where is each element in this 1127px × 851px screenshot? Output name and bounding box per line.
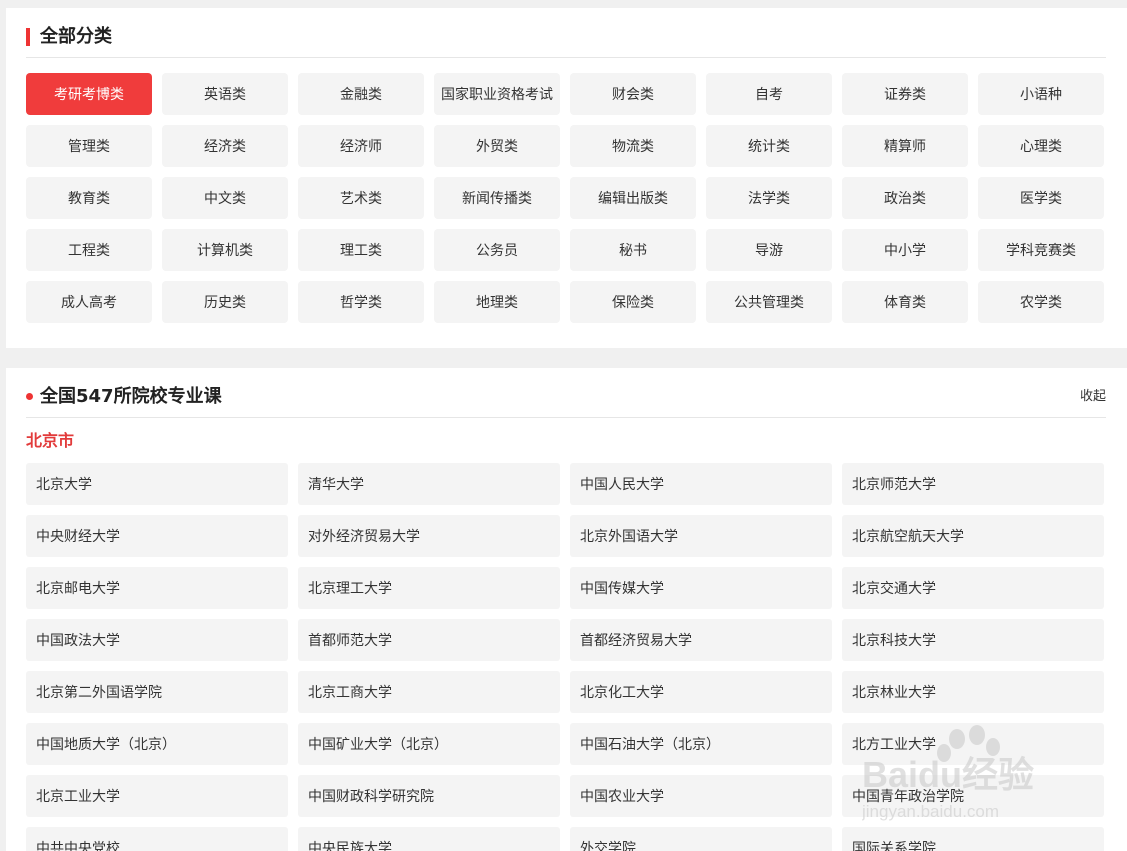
school-link[interactable]: 中国政法大学 (26, 619, 288, 661)
city-label: 北京市 (26, 431, 75, 450)
collapse-button[interactable]: 收起 (1080, 388, 1106, 406)
school-link[interactable]: 中国人民大学 (570, 463, 832, 505)
category-button[interactable]: 金融类 (298, 73, 424, 115)
school-link[interactable]: 北京化工大学 (570, 671, 832, 713)
category-button[interactable]: 秘书 (570, 229, 696, 271)
school-link[interactable]: 中国财政科学研究院 (298, 775, 560, 817)
category-button[interactable]: 新闻传播类 (434, 177, 560, 219)
school-link[interactable]: 北京科技大学 (842, 619, 1104, 661)
category-button[interactable]: 理工类 (298, 229, 424, 271)
schools-heading: 全国547所院校专业课 收起 (26, 382, 1106, 418)
category-heading: 全部分类 (26, 22, 1106, 58)
category-button[interactable]: 精算师 (842, 125, 968, 167)
school-link[interactable]: 中共中央党校 (26, 827, 288, 851)
school-link[interactable]: 北京第二外国语学院 (26, 671, 288, 713)
category-button[interactable]: 国家职业资格考试 (434, 73, 560, 115)
category-button[interactable]: 统计类 (706, 125, 832, 167)
category-button[interactable]: 政治类 (842, 177, 968, 219)
category-button[interactable]: 医学类 (978, 177, 1104, 219)
category-button[interactable]: 学科竞赛类 (978, 229, 1104, 271)
category-button[interactable]: 心理类 (978, 125, 1104, 167)
category-title: 全部分类 (40, 26, 112, 47)
school-link[interactable]: 北京外国语大学 (570, 515, 832, 557)
school-link[interactable]: 中央民族大学 (298, 827, 560, 851)
school-link[interactable]: 首都经济贸易大学 (570, 619, 832, 661)
category-button[interactable]: 外贸类 (434, 125, 560, 167)
category-button[interactable]: 工程类 (26, 229, 152, 271)
school-link[interactable]: 外交学院 (570, 827, 832, 851)
school-link[interactable]: 对外经济贸易大学 (298, 515, 560, 557)
category-button[interactable]: 中文类 (162, 177, 288, 219)
category-button[interactable]: 经济师 (298, 125, 424, 167)
school-link[interactable]: 北京工业大学 (26, 775, 288, 817)
category-button[interactable]: 教育类 (26, 177, 152, 219)
school-link[interactable]: 北京大学 (26, 463, 288, 505)
school-link[interactable]: 北方工业大学 (842, 723, 1104, 765)
school-link[interactable]: 北京邮电大学 (26, 567, 288, 609)
category-button[interactable]: 小语种 (978, 73, 1104, 115)
school-link[interactable]: 北京师范大学 (842, 463, 1104, 505)
category-button[interactable]: 公共管理类 (706, 281, 832, 323)
heading-dot-icon (26, 393, 33, 400)
category-button[interactable]: 体育类 (842, 281, 968, 323)
category-button[interactable]: 中小学 (842, 229, 968, 271)
category-button[interactable]: 哲学类 (298, 281, 424, 323)
category-button[interactable]: 导游 (706, 229, 832, 271)
school-link[interactable]: 北京工商大学 (298, 671, 560, 713)
category-button[interactable]: 农学类 (978, 281, 1104, 323)
category-button[interactable]: 艺术类 (298, 177, 424, 219)
school-link[interactable]: 中国矿业大学（北京） (298, 723, 560, 765)
school-link[interactable]: 国际关系学院 (842, 827, 1104, 851)
schools-panel: 全国547所院校专业课 收起 北京市 北京大学 清华大学 中国人民大学 北京师范大学中… (6, 368, 1127, 851)
category-button[interactable]: 历史类 (162, 281, 288, 323)
category-button[interactable]: 物流类 (570, 125, 696, 167)
schools-title: 全国547所院校专业课 (40, 386, 222, 407)
category-button[interactable]: 法学类 (706, 177, 832, 219)
category-button[interactable]: 英语类 (162, 73, 288, 115)
school-link[interactable]: 北京理工大学 (298, 567, 560, 609)
category-button[interactable]: 自考 (706, 73, 832, 115)
category-button[interactable]: 证券类 (842, 73, 968, 115)
category-grid: 考研考博类 英语类 金融类 国家职业资格考试 财会类 自考 证券类 小语种管理类 经济类 经济师外… (26, 73, 1106, 323)
school-link[interactable]: 中国青年政治学院 (842, 775, 1104, 817)
category-button[interactable]: 考研考博类 (26, 73, 152, 115)
category-button[interactable]: 经济类 (162, 125, 288, 167)
category-button[interactable]: 管理类 (26, 125, 152, 167)
school-link[interactable]: 中央财经大学 (26, 515, 288, 557)
category-button[interactable]: 财会类 (570, 73, 696, 115)
school-link[interactable]: 首都师范大学 (298, 619, 560, 661)
school-link[interactable]: 北京交通大学 (842, 567, 1104, 609)
category-button[interactable]: 公务员 (434, 229, 560, 271)
school-link[interactable]: 北京航空航天大学 (842, 515, 1104, 557)
category-button[interactable]: 地理类 (434, 281, 560, 323)
school-link[interactable]: 清华大学 (298, 463, 560, 505)
school-link[interactable]: 北京林业大学 (842, 671, 1104, 713)
category-button[interactable]: 保险类 (570, 281, 696, 323)
category-button[interactable]: 计算机类 (162, 229, 288, 271)
school-link[interactable]: 中国石油大学（北京） (570, 723, 832, 765)
category-panel: 全部分类 考研考博类 英语类 金融类 国家职业资格考试 财会类 自考 证券类 小语种 管理类 经济… (6, 8, 1127, 348)
school-grid: 北京大学 清华大学 中国人民大学 北京师范大学中央财经大学 对外经济贸易大学 北京外国语大… (26, 463, 1106, 851)
school-link[interactable]: 中国地质大学（北京） (26, 723, 288, 765)
school-link[interactable]: 中国传媒大学 (570, 567, 832, 609)
heading-accent-bar (26, 28, 30, 46)
category-button[interactable]: 成人高考 (26, 281, 152, 323)
category-button[interactable]: 编辑出版类 (570, 177, 696, 219)
school-link[interactable]: 中国农业大学 (570, 775, 832, 817)
